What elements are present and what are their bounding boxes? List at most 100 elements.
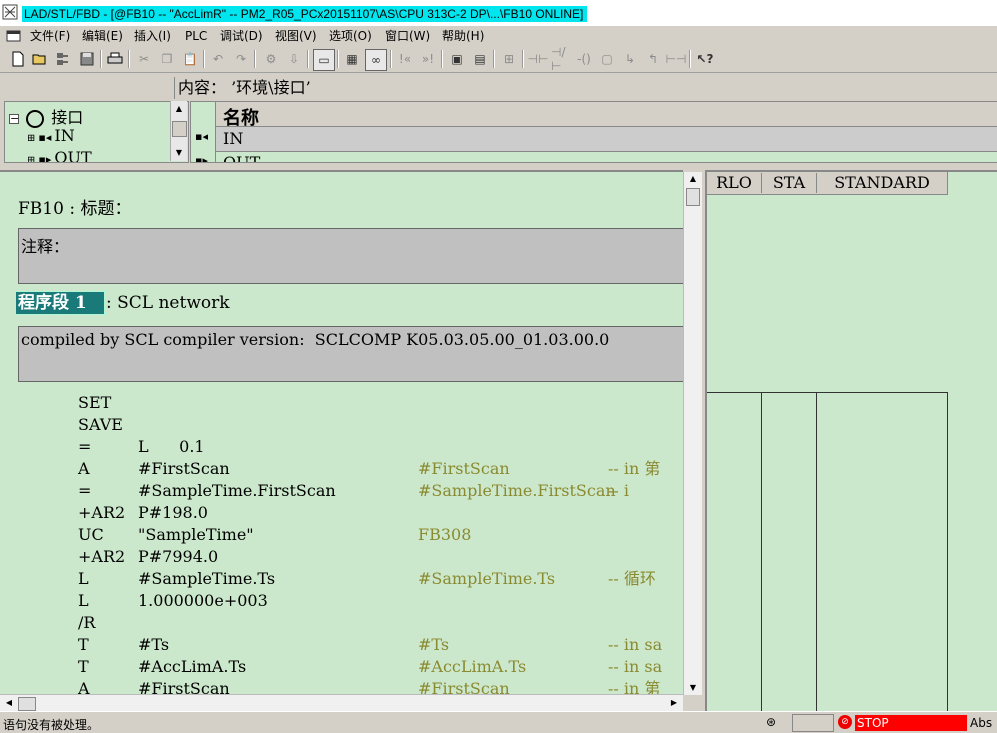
code-line[interactable]: +AR2 P#198.0 [0, 502, 683, 524]
content-path-label: 内容： ’环境\接口’ [178, 78, 311, 97]
code-line[interactable]: SET [0, 392, 683, 414]
undo-icon[interactable]: ↶ [208, 49, 228, 69]
interface-icon [26, 109, 45, 128]
monitor-icon[interactable]: ▭ [313, 49, 335, 71]
accessible-nodes-icon[interactable]: ⚙ [261, 49, 281, 69]
code-arg: #AccLimA.Ts [138, 657, 247, 676]
expand-icon[interactable]: ⊞ [27, 133, 35, 144]
menu-window[interactable]: 窗口(W) [385, 28, 430, 44]
code-op: UC [78, 525, 104, 544]
doc-window-icon[interactable] [6, 29, 22, 43]
network-label[interactable]: 程序段 1 [15, 291, 105, 315]
code-arg: #SampleTime.Ts [138, 569, 276, 588]
menu-file[interactable]: 文件(F) [30, 28, 70, 44]
toolbar: ✂ ❐ 📋 ↶ ↷ ⚙ ⇩ ▭ ▦ ∞ !« »! ▣ ▤ ⊞ ⊣⊢ ⊣/⊢ -… [0, 45, 997, 73]
cut-icon[interactable]: ✂ [134, 49, 154, 69]
contact-nc-icon[interactable]: ⊣/⊢ [551, 45, 571, 73]
in-param-icon: ▪◂ [38, 131, 52, 144]
code-line[interactable]: = #SampleTime.FirstScan #SampleTime.FirstS… [0, 480, 683, 502]
menu-help[interactable]: 帮助(H) [442, 28, 484, 44]
expand-icon[interactable]: ⊞ [27, 155, 35, 162]
interface-tree: − 接口 ⊞ ▪◂ IN ⊞ ▪▸ OUT [4, 101, 189, 163]
overview-icon[interactable]: ▣ [447, 49, 467, 69]
scroll-up-icon[interactable]: ▲ [685, 172, 701, 186]
code-arg: P#198.0 [138, 503, 208, 522]
network-comment: compiled by SCL compiler version: SCLCOM… [21, 330, 610, 349]
tree-item-out[interactable]: ⊞ ▪▸ OUT [27, 148, 92, 162]
cpu-state: STOP [855, 715, 967, 731]
code-line[interactable]: L 1.000000e+003 [0, 590, 683, 612]
scroll-down-icon[interactable]: ▼ [685, 681, 701, 695]
code-line[interactable]: T #Ts #Ts -- in sa [0, 634, 683, 656]
menu-options[interactable]: 选项(O) [329, 28, 372, 44]
download-icon[interactable]: ⇩ [284, 49, 304, 69]
code-line[interactable]: +AR2 P#7994.0 [0, 546, 683, 568]
code-arg: #Ts [138, 635, 170, 654]
code-op: SET [78, 393, 112, 412]
table-row-in[interactable]: IN [223, 129, 243, 148]
tree-root-label: 接口 [51, 108, 84, 127]
branch-open-icon[interactable]: ↳ [620, 49, 640, 69]
interface-table: 名称 ▪◂ IN ▪▸ OUT [190, 101, 997, 163]
col-sta: STA [762, 173, 817, 193]
open-icon[interactable] [30, 49, 50, 69]
menu-view[interactable]: 视图(V) [275, 28, 317, 44]
col-rlo: RLO [707, 173, 762, 193]
code-arg: "SampleTime" [138, 525, 254, 544]
code-symbol: #FirstScan [418, 459, 510, 478]
display-icon[interactable]: ▦ [342, 49, 362, 69]
glasses-icon[interactable]: ∞ [365, 49, 387, 71]
prev-network-icon[interactable]: !« [395, 49, 415, 69]
code-line[interactable]: UC "SampleTime" FB308 [0, 524, 683, 546]
block-comment-box[interactable]: 注释： [18, 228, 683, 284]
scroll-thumb[interactable] [686, 188, 700, 206]
tree-root[interactable]: − 接口 [9, 104, 83, 128]
scroll-right-icon[interactable]: ▶ [667, 696, 681, 710]
code-line[interactable]: L #SampleTime.Ts #SampleTime.Ts -- 循环 [0, 568, 683, 590]
branch-close-icon[interactable]: ↰ [643, 49, 663, 69]
code-op: = [78, 481, 92, 500]
paste-icon[interactable]: 📋 [180, 49, 200, 69]
code-hscrollbar[interactable]: ◀ ▶ [0, 694, 683, 712]
code-line[interactable]: A #FirstScan #FirstScan -- in 第 [0, 458, 683, 480]
code-arg: L 0.1 [138, 437, 205, 456]
box-icon[interactable]: ▢ [597, 49, 617, 69]
code-comment: -- in 第 [608, 459, 661, 478]
network-comment-box[interactable]: compiled by SCL compiler version: SCLCOM… [18, 326, 683, 382]
menu-edit[interactable]: 编辑(E) [82, 28, 123, 44]
save-icon[interactable] [77, 49, 97, 69]
contact-no-icon[interactable]: ⊣⊢ [528, 49, 549, 69]
code-line[interactable]: T #AccLimA.Ts #AccLimA.Ts -- in sa [0, 656, 683, 678]
code-line[interactable]: SAVE [0, 414, 683, 436]
tree-item-in[interactable]: ⊞ ▪◂ IN [27, 126, 75, 145]
code-vscrollbar[interactable]: ▲ ▼ [683, 172, 702, 695]
print-icon[interactable] [105, 49, 125, 69]
table-row-out[interactable]: OUT [223, 153, 260, 162]
block-header: FB10 : 标题： [18, 199, 132, 219]
menu-plc[interactable]: PLC [185, 28, 207, 44]
redo-icon[interactable]: ↷ [231, 49, 251, 69]
network-title[interactable]: : SCL network [106, 292, 230, 314]
details-icon[interactable]: ▤ [470, 49, 490, 69]
help-pointer-icon[interactable]: ↖? [695, 49, 715, 69]
hscroll-thumb[interactable] [18, 697, 36, 711]
menu-debug[interactable]: 调试(D) [220, 28, 263, 44]
scroll-left-icon[interactable]: ◀ [2, 696, 16, 710]
next-network-icon[interactable]: »! [418, 49, 438, 69]
menu-insert[interactable]: 插入(I) [134, 28, 171, 44]
row-out-icon: ▪▸ [195, 154, 208, 163]
network-insert-icon[interactable]: ⊞ [499, 49, 519, 69]
collapse-icon[interactable]: − [9, 113, 19, 124]
network-icon[interactable] [54, 49, 74, 69]
copy-icon[interactable]: ❐ [157, 49, 177, 69]
coil-icon[interactable]: -() [574, 49, 594, 69]
tree-scrollbar[interactable]: ▲ ▼ [170, 101, 187, 161]
new-icon[interactable] [8, 49, 28, 69]
code-symbol: #Ts [418, 635, 450, 654]
code-comment: -- in sa [608, 635, 663, 654]
connection-icon[interactable]: ⊢⊣ [666, 49, 687, 69]
code-line[interactable]: /R [0, 612, 683, 634]
code-line[interactable]: = L 0.1 [0, 436, 683, 458]
code-editor[interactable]: FB10 : 标题： 注释： 程序段 1 : SCL network compi… [0, 170, 683, 699]
title-bar: LAD/STL/FBD - [@FB10 -- "AccLimR" -- PM2… [0, 0, 997, 26]
